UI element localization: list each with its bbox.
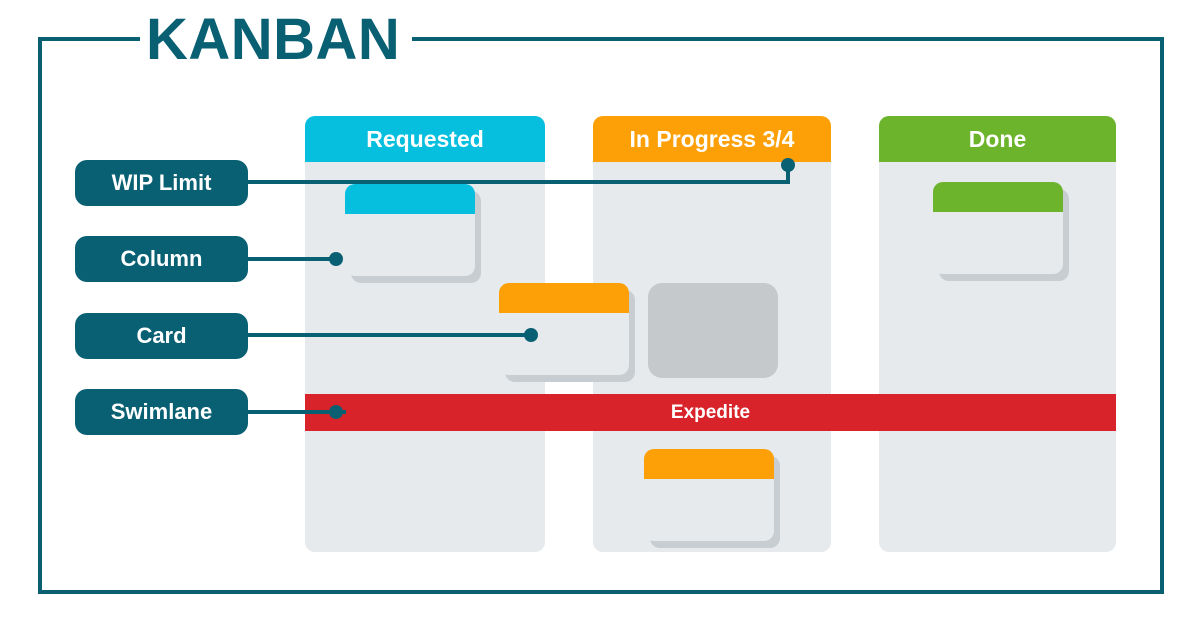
page-title: KANBAN xyxy=(146,7,401,72)
expedite-swimlane[interactable]: Expedite xyxy=(305,394,1116,431)
callout-label: Column xyxy=(120,246,203,271)
frame-border-right xyxy=(1160,37,1164,594)
frame-border-left xyxy=(38,37,42,594)
callout-card[interactable]: Card xyxy=(75,313,248,359)
frame-border-top-right xyxy=(412,37,1164,41)
card-expedite-in-progress[interactable] xyxy=(644,449,774,541)
callout-label: Card xyxy=(136,323,187,348)
requested-column-header: Requested xyxy=(305,116,545,162)
wip-limit-leader-dot xyxy=(781,158,795,172)
card-requested[interactable] xyxy=(345,184,475,276)
callout-label: Swimlane xyxy=(110,399,213,424)
in-progress-column-header: In Progress 3/4 xyxy=(593,116,831,162)
card-leader-dot xyxy=(524,328,538,342)
frame-border-top-left xyxy=(38,37,140,41)
swimlane-leader-dot xyxy=(329,405,343,419)
callout-swimlane[interactable]: Swimlane xyxy=(75,389,248,435)
callout-column[interactable]: Column xyxy=(75,236,248,282)
callout-label: WIP Limit xyxy=(111,170,212,195)
card-placeholder-ghost[interactable] xyxy=(648,283,778,378)
column-leader-dot xyxy=(329,252,343,266)
callout-wip-limit[interactable]: WIP Limit xyxy=(75,160,248,206)
frame-border-bottom xyxy=(38,590,1164,594)
card-done[interactable] xyxy=(933,182,1063,274)
done-column-header: Done xyxy=(879,116,1116,162)
card-stripe xyxy=(345,184,475,214)
wip-limit-leader-line xyxy=(246,180,790,184)
card-in-progress[interactable] xyxy=(499,283,629,375)
card-stripe xyxy=(499,283,629,313)
card-leader-line xyxy=(246,333,534,337)
column-leader-line xyxy=(246,257,338,261)
card-stripe xyxy=(933,182,1063,212)
card-stripe xyxy=(644,449,774,479)
kanban-diagram: KANBAN Requested In Progress 3/4 Done Ex… xyxy=(0,0,1200,630)
